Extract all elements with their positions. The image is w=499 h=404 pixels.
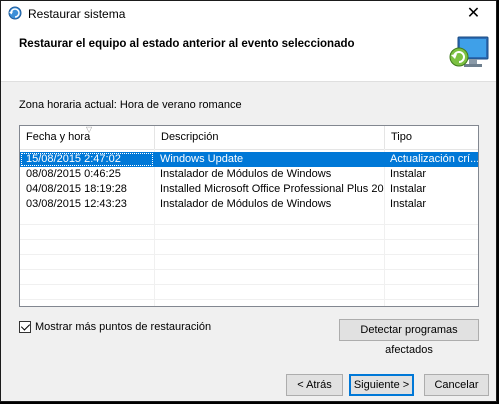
grid-divider: [20, 254, 478, 255]
wizard-header: Restaurar el equipo al estado anterior a…: [1, 27, 496, 82]
system-restore-monitor-icon: [449, 36, 489, 67]
system-restore-window: Restaurar sistema ✕ Restaurar el equipo …: [0, 0, 497, 402]
grid-divider: [20, 239, 478, 240]
show-more-restore-points[interactable]: Mostrar más puntos de restauración: [19, 321, 211, 333]
next-button[interactable]: Siguiente >: [349, 374, 414, 396]
show-more-label: Mostrar más puntos de restauración: [35, 321, 212, 333]
column-header-description[interactable]: Descripción: [154, 126, 384, 149]
column-header-type[interactable]: Tipo: [384, 126, 478, 149]
close-button[interactable]: ✕: [451, 1, 496, 27]
row-date: 15/08/2015 2:47:02: [20, 152, 154, 167]
timezone-label: Zona horaria actual: Hora de verano roma…: [19, 99, 242, 111]
grid-divider: [20, 224, 478, 225]
detect-affected-programs-button[interactable]: Detectar programas afectados: [339, 319, 479, 356]
column-header-date[interactable]: ▽ Fecha y hora: [20, 126, 154, 149]
row-description: Instalador de Módulos de Windows: [160, 168, 332, 180]
show-more-checkbox[interactable]: [19, 321, 31, 333]
table-row[interactable]: 03/08/2015 12:43:23 Instalador de Módulo…: [20, 197, 478, 212]
column-header-type-label: Tipo: [391, 131, 412, 143]
row-type: Instalar: [390, 168, 427, 180]
row-date: 04/08/2015 18:19:28: [26, 183, 127, 195]
row-date: 08/08/2015 0:46:25: [26, 168, 121, 180]
list-rows: 15/08/2015 2:47:02 Windows Update Actual…: [20, 149, 478, 212]
system-restore-icon: [8, 6, 22, 20]
close-icon: ✕: [466, 5, 481, 22]
column-header-date-label: Fecha y hora: [26, 131, 91, 143]
row-description: Windows Update: [154, 152, 384, 167]
cancel-button[interactable]: Cancelar: [424, 374, 489, 396]
row-description: Instalador de Módulos de Windows: [160, 198, 332, 210]
grid-divider: [20, 284, 478, 285]
list-header: ▽ Fecha y hora Descripción Tipo: [20, 126, 478, 150]
column-header-description-label: Descripción: [161, 131, 219, 143]
row-type: Instalar: [390, 198, 427, 210]
sort-arrow-icon: ▽: [86, 125, 93, 134]
window-title: Restaurar sistema: [28, 7, 126, 21]
grid-divider: [20, 299, 478, 300]
table-row[interactable]: 04/08/2015 18:19:28 Installed Microsoft …: [20, 182, 478, 197]
back-button[interactable]: < Atrás: [286, 374, 343, 396]
table-row[interactable]: 15/08/2015 2:47:02 Windows Update Actual…: [20, 152, 478, 167]
row-description: Installed Microsoft Office Professional …: [160, 183, 384, 195]
row-date: 03/08/2015 12:43:23: [26, 198, 127, 210]
page-heading: Restaurar el equipo al estado anterior a…: [19, 38, 355, 50]
restore-points-list[interactable]: ▽ Fecha y hora Descripción Tipo 15/08/20…: [19, 125, 479, 307]
row-type: Actualización crí...: [384, 152, 478, 167]
title-bar[interactable]: Restaurar sistema ✕: [1, 1, 496, 27]
grid-divider: [20, 269, 478, 270]
row-type: Instalar: [390, 183, 427, 195]
table-row[interactable]: 08/08/2015 0:46:25 Instalador de Módulos…: [20, 167, 478, 182]
